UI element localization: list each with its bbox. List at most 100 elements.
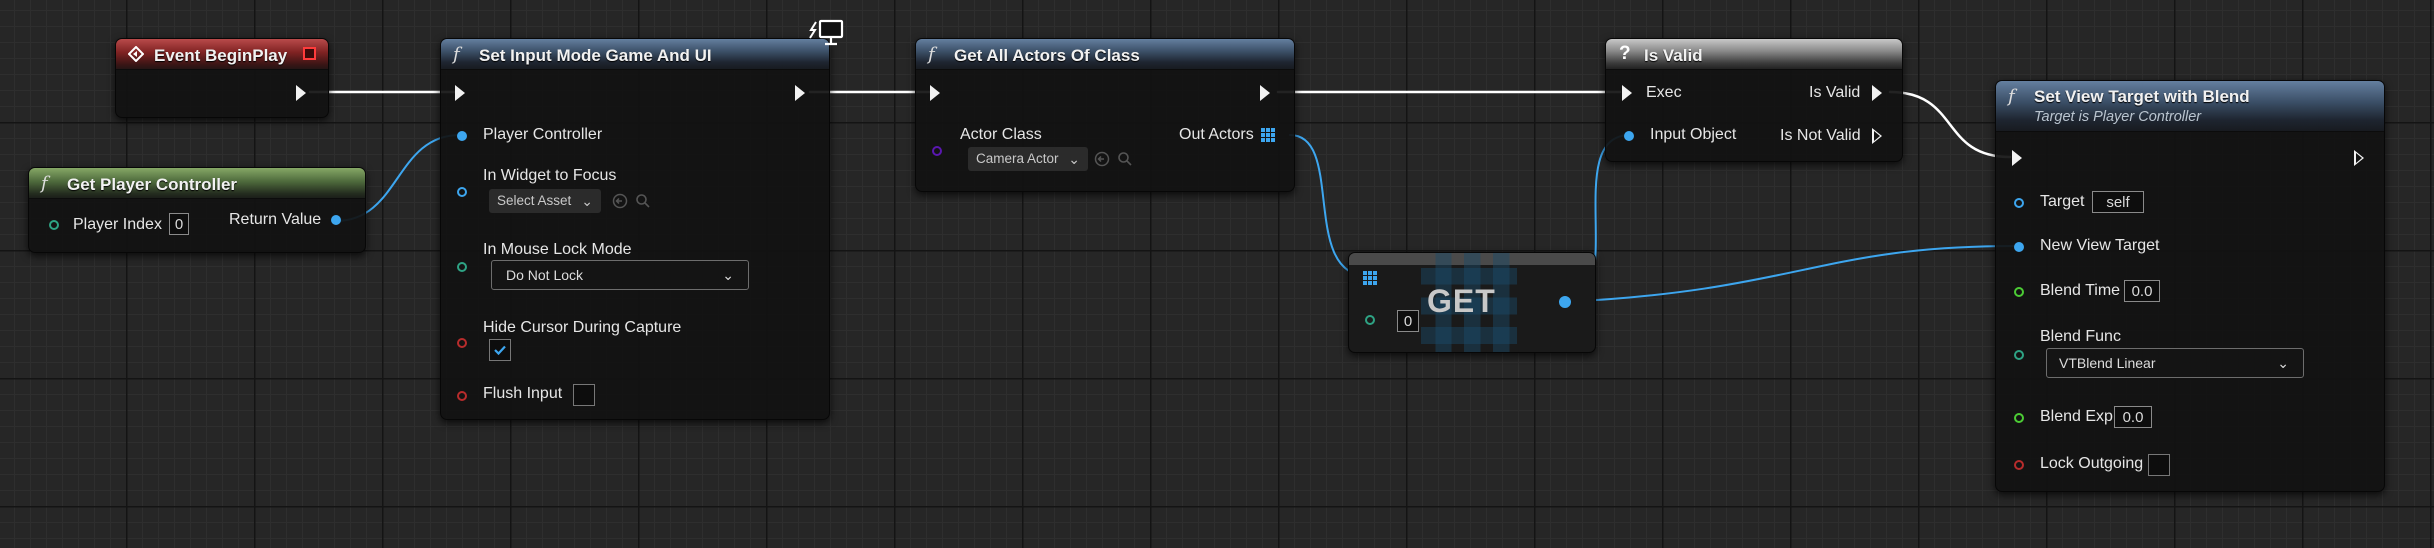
exec-label: Exec — [1646, 84, 1682, 101]
player-index-input[interactable]: 0 — [169, 213, 189, 235]
exec-in-pin[interactable] — [930, 85, 940, 101]
player-controller-label: Player Controller — [483, 126, 603, 143]
new-view-target-label: New View Target — [2040, 237, 2160, 254]
widget-focus-asset-picker[interactable]: Select Asset ⌄ — [489, 189, 601, 213]
get-player-controller-node[interactable]: f Get Player Controller Player Index 0 R… — [28, 167, 366, 253]
event-icon — [128, 46, 144, 62]
array-get-node[interactable]: GET 0 — [1348, 252, 1596, 353]
actor-class-pin[interactable] — [932, 146, 942, 156]
function-icon: f — [928, 44, 935, 65]
blend-exp-input[interactable]: 0.0 — [2114, 406, 2152, 428]
target-input[interactable]: self — [2092, 191, 2144, 213]
input-object-pin[interactable] — [1624, 131, 1634, 141]
node-title: Set Input Mode Game And UI — [479, 46, 712, 65]
index-pin[interactable] — [1365, 315, 1375, 325]
browse-arrow-icon[interactable] — [1094, 151, 1110, 167]
blend-time-pin[interactable] — [2014, 287, 2024, 297]
node-title: Get All Actors Of Class — [954, 46, 1140, 65]
node-header: ? Is Valid — [1606, 39, 1902, 70]
blend-exp-label: Blend Exp — [2040, 408, 2113, 425]
node-title: Event BeginPlay — [154, 46, 288, 65]
hide-cursor-label: Hide Cursor During Capture — [483, 319, 682, 336]
is-valid-node[interactable]: ? Is Valid Exec Is Valid Input Object Is… — [1605, 38, 1903, 162]
blend-func-pin[interactable] — [2014, 350, 2024, 360]
set-input-mode-node[interactable]: f Set Input Mode Game And UI Player Cont… — [440, 38, 830, 420]
dropdown-value: Do Not Lock — [506, 267, 584, 283]
node-title: Is Valid — [1644, 46, 1703, 65]
player-index-label: Player Index — [73, 216, 162, 233]
actor-class-picker[interactable]: Camera Actor ⌄ — [968, 147, 1088, 171]
get-node-title: GET — [1427, 283, 1496, 319]
chevron-down-icon: ⌄ — [722, 267, 734, 283]
blend-func-label: Blend Func — [2040, 328, 2121, 345]
is-not-valid-exec-pin[interactable] — [1872, 128, 1882, 144]
node-header: f Get Player Controller — [29, 168, 365, 199]
target-label: Target — [2040, 193, 2085, 210]
lock-outgoing-checkbox[interactable] — [2148, 454, 2170, 476]
function-icon: f — [41, 173, 48, 194]
set-view-target-node[interactable]: f Set View Target with Blend Target is P… — [1995, 80, 2385, 492]
widget-focus-pin[interactable] — [457, 187, 467, 197]
exec-in-pin[interactable] — [2012, 150, 2022, 166]
is-valid-label: Is Valid — [1809, 84, 1861, 101]
chevron-down-icon: ⌄ — [2277, 355, 2289, 371]
exec-out-pin[interactable] — [296, 85, 306, 101]
search-icon[interactable] — [1117, 151, 1133, 167]
out-actors-label: Out Actors — [1179, 126, 1254, 143]
checkmark-icon — [494, 345, 506, 356]
mouse-lock-pin[interactable] — [457, 262, 467, 272]
blend-func-dropdown[interactable]: VTBlend Linear ⌄ — [2046, 348, 2304, 378]
is-not-valid-label: Is Not Valid — [1780, 127, 1861, 144]
question-icon: ? — [1619, 43, 1631, 64]
blend-exp-pin[interactable] — [2014, 413, 2024, 423]
array-grid-icon[interactable] — [1363, 271, 1377, 285]
get-all-actors-node[interactable]: f Get All Actors Of Class Actor Class Ca… — [915, 38, 1295, 192]
exec-in-pin[interactable] — [455, 85, 465, 101]
node-header: f Get All Actors Of Class — [916, 39, 1294, 70]
flush-input-pin[interactable] — [457, 391, 467, 401]
blend-time-label: Blend Time — [2040, 282, 2121, 299]
exec-wire-isvalid-to-setview — [1888, 90, 2012, 159]
function-icon: f — [453, 44, 460, 65]
dropdown-value: VTBlend Linear — [2059, 355, 2156, 371]
array-grid-icon[interactable] — [1261, 128, 1275, 142]
flush-input-label: Flush Input — [483, 385, 563, 402]
event-beginplay-node[interactable]: Event BeginPlay — [115, 38, 329, 118]
hide-cursor-checkbox[interactable] — [489, 339, 511, 361]
player-controller-pin[interactable] — [457, 131, 467, 141]
asset-value: Select Asset — [497, 193, 572, 208]
browse-arrow-icon[interactable] — [612, 193, 628, 209]
monitor-icon — [809, 19, 844, 46]
hide-cursor-pin[interactable] — [457, 338, 467, 348]
index-input[interactable]: 0 — [1397, 310, 1419, 332]
player-index-pin[interactable] — [49, 220, 59, 230]
get-output-pin[interactable] — [1559, 296, 1571, 308]
new-view-target-pin[interactable] — [2014, 242, 2024, 252]
input-object-label: Input Object — [1650, 126, 1737, 143]
target-pin[interactable] — [2014, 198, 2024, 208]
exec-out-pin[interactable] — [2354, 150, 2364, 166]
asset-value: Camera Actor — [976, 151, 1059, 166]
mouse-lock-dropdown[interactable]: Do Not Lock ⌄ — [491, 260, 749, 290]
node-header: Event BeginPlay — [116, 39, 328, 70]
node-header: f Set View Target with Blend Target is P… — [1996, 81, 2384, 132]
search-icon[interactable] — [635, 193, 651, 209]
node-header: f Set Input Mode Game And UI — [441, 39, 829, 70]
delegate-pin[interactable] — [303, 47, 316, 60]
node-title: Set View Target with Blend — [2034, 87, 2250, 106]
blend-time-input[interactable]: 0.0 — [2124, 280, 2160, 302]
data-wire-get-to-viewtarget — [1564, 245, 2016, 303]
function-icon: f — [2008, 86, 2015, 107]
chevron-down-icon: ⌄ — [581, 193, 593, 209]
is-valid-exec-pin[interactable] — [1872, 85, 1882, 101]
flush-input-checkbox[interactable] — [573, 384, 595, 406]
actor-class-label: Actor Class — [960, 126, 1042, 143]
exec-in-pin[interactable] — [1622, 85, 1632, 101]
lock-outgoing-pin[interactable] — [2014, 460, 2024, 470]
return-value-pin[interactable] — [331, 215, 341, 225]
mouse-lock-label: In Mouse Lock Mode — [483, 241, 632, 258]
exec-out-pin[interactable] — [795, 85, 805, 101]
exec-out-pin[interactable] — [1260, 85, 1270, 101]
chevron-down-icon: ⌄ — [1068, 151, 1080, 167]
lock-outgoing-label: Lock Outgoing — [2040, 455, 2144, 472]
